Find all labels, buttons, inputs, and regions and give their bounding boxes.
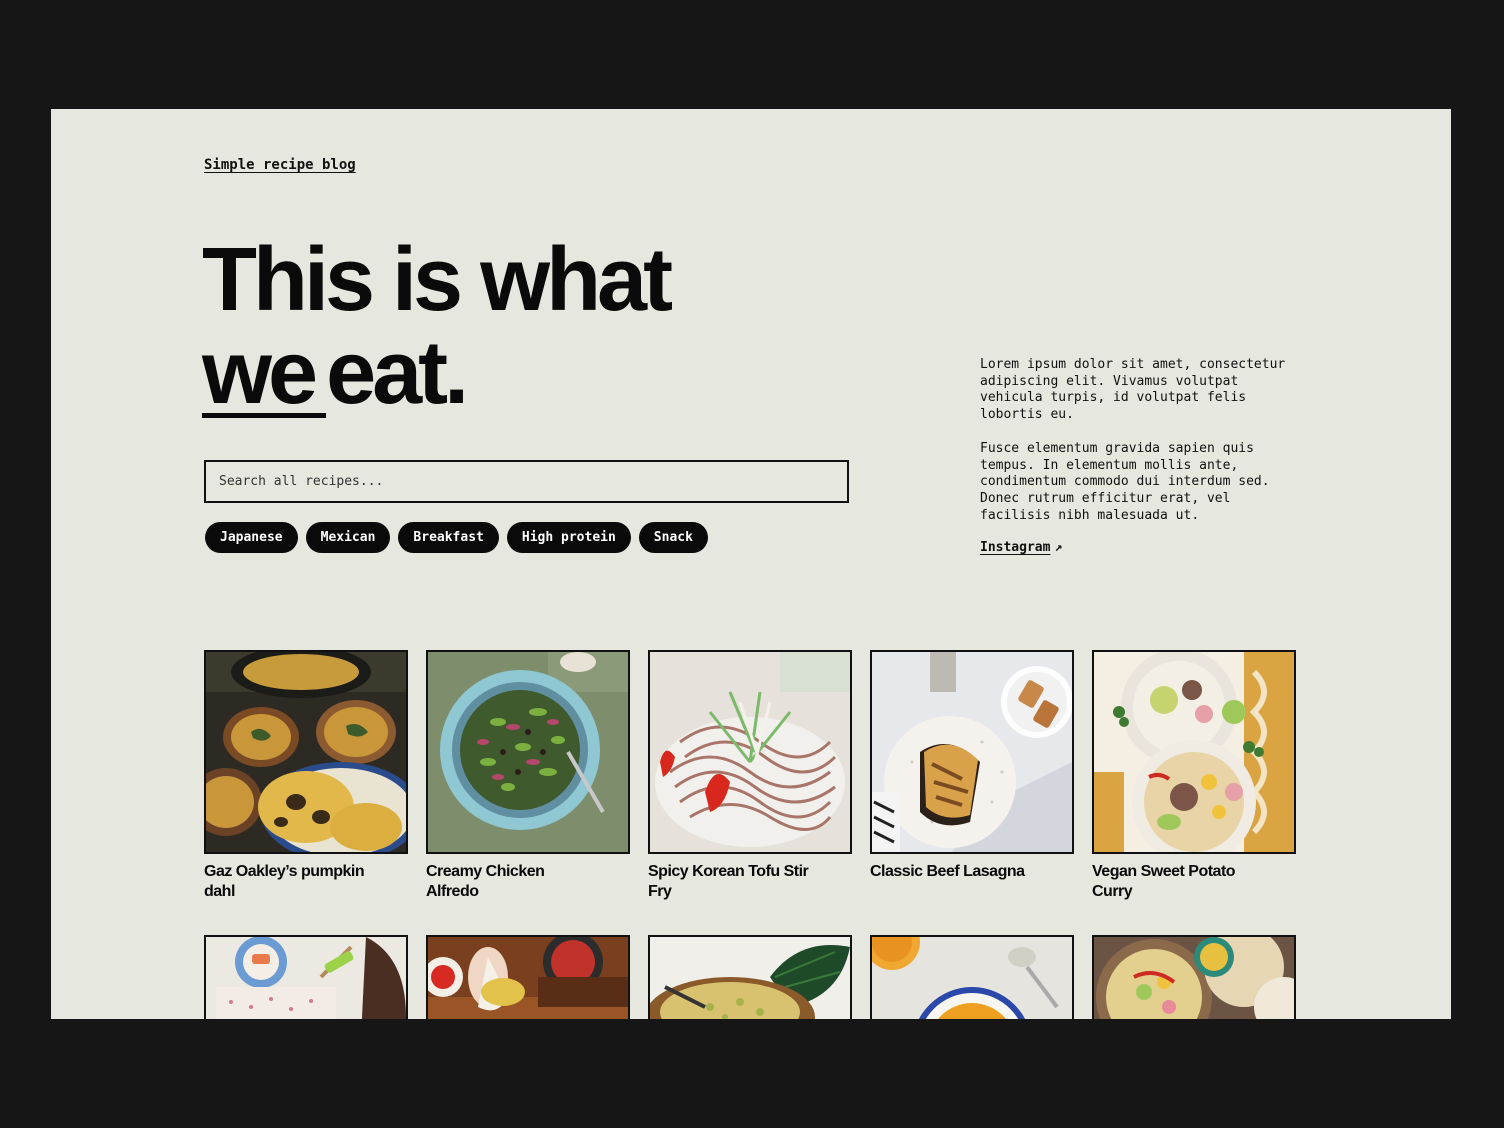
hero-line-2: we eat. — [202, 327, 669, 420]
instagram-label: Instagram — [980, 540, 1051, 555]
tag-mexican[interactable]: Mexican — [305, 522, 391, 553]
recipe-title: Spicy Korean Tofu Stir Fry — [648, 863, 809, 900]
recipe-photo-baking — [426, 935, 630, 1019]
tag-filter-list: Japanese Mexican Breakfast High protein … — [205, 522, 708, 553]
recipe-row — [204, 935, 1304, 1019]
recipe-title: Classic Beef Lasagna — [870, 863, 1025, 880]
recipe-photo-sweet-potato-curry — [1092, 650, 1296, 854]
recipe-card[interactable] — [870, 935, 1074, 1019]
recipe-row: Gaz Oakley’s pumpkin dahl Creamy Chicken… — [204, 650, 1304, 902]
hero-line-2-rest: eat. — [326, 323, 469, 423]
recipe-search-input[interactable] — [204, 460, 849, 503]
site-brand-link[interactable]: Simple recipe blog — [204, 157, 356, 173]
recipe-card[interactable] — [426, 935, 630, 1019]
hero-underlined-word: we — [202, 328, 327, 418]
recipe-photo-korean-tofu — [648, 650, 852, 854]
recipe-grid: Gaz Oakley’s pumpkin dahl Creamy Chicken… — [204, 650, 1304, 1019]
arrow-up-right-icon: ↗ — [1054, 540, 1063, 555]
recipe-card[interactable]: Creamy Chicken Alfredo — [426, 650, 630, 902]
recipe-photo-beef-lasagna — [870, 650, 1074, 854]
tag-japanese[interactable]: Japanese — [205, 522, 298, 553]
recipe-card[interactable] — [204, 935, 408, 1019]
tag-snack[interactable]: Snack — [638, 522, 708, 553]
recipe-card[interactable]: Classic Beef Lasagna — [870, 650, 1074, 902]
recipe-card[interactable]: Vegan Sweet Potato Curry — [1092, 650, 1296, 902]
recipe-title: Creamy Chicken Alfredo — [426, 863, 545, 900]
recipe-card[interactable] — [648, 935, 852, 1019]
recipe-photo-pumpkin-dahl — [204, 650, 408, 854]
recipe-photo-sushi — [204, 935, 408, 1019]
hero-line-1: This is what — [202, 230, 673, 330]
about-paragraph: Fusce elementum gravida sapien quis temp… — [980, 440, 1270, 523]
tag-high-protein[interactable]: High protein — [506, 522, 631, 553]
recipe-photo-soup — [870, 935, 1074, 1019]
recipe-photo-tacos — [1092, 935, 1296, 1019]
about-text: Lorem ipsum dolor sit amet, consectetur … — [980, 357, 1300, 541]
recipe-title: Vegan Sweet Potato Curry — [1092, 863, 1236, 900]
recipe-photo-chicken-alfredo — [426, 650, 630, 854]
recipe-card[interactable] — [1092, 935, 1296, 1019]
recipe-card[interactable]: Gaz Oakley’s pumpkin dahl — [204, 650, 408, 902]
page-frame: Simple recipe blog This is what weeat. J… — [51, 109, 1451, 1019]
hero-heading: This is what we eat. — [202, 230, 673, 420]
recipe-card[interactable]: Spicy Korean Tofu Stir Fry — [648, 650, 852, 902]
tag-breakfast[interactable]: Breakfast — [398, 522, 499, 553]
instagram-link[interactable]: Instagram ↗ — [980, 540, 1062, 555]
recipe-title: Gaz Oakley’s pumpkin dahl — [204, 863, 365, 900]
recipe-photo-bowl — [648, 935, 852, 1019]
about-paragraph: Lorem ipsum dolor sit amet, consectetur … — [980, 357, 1286, 423]
